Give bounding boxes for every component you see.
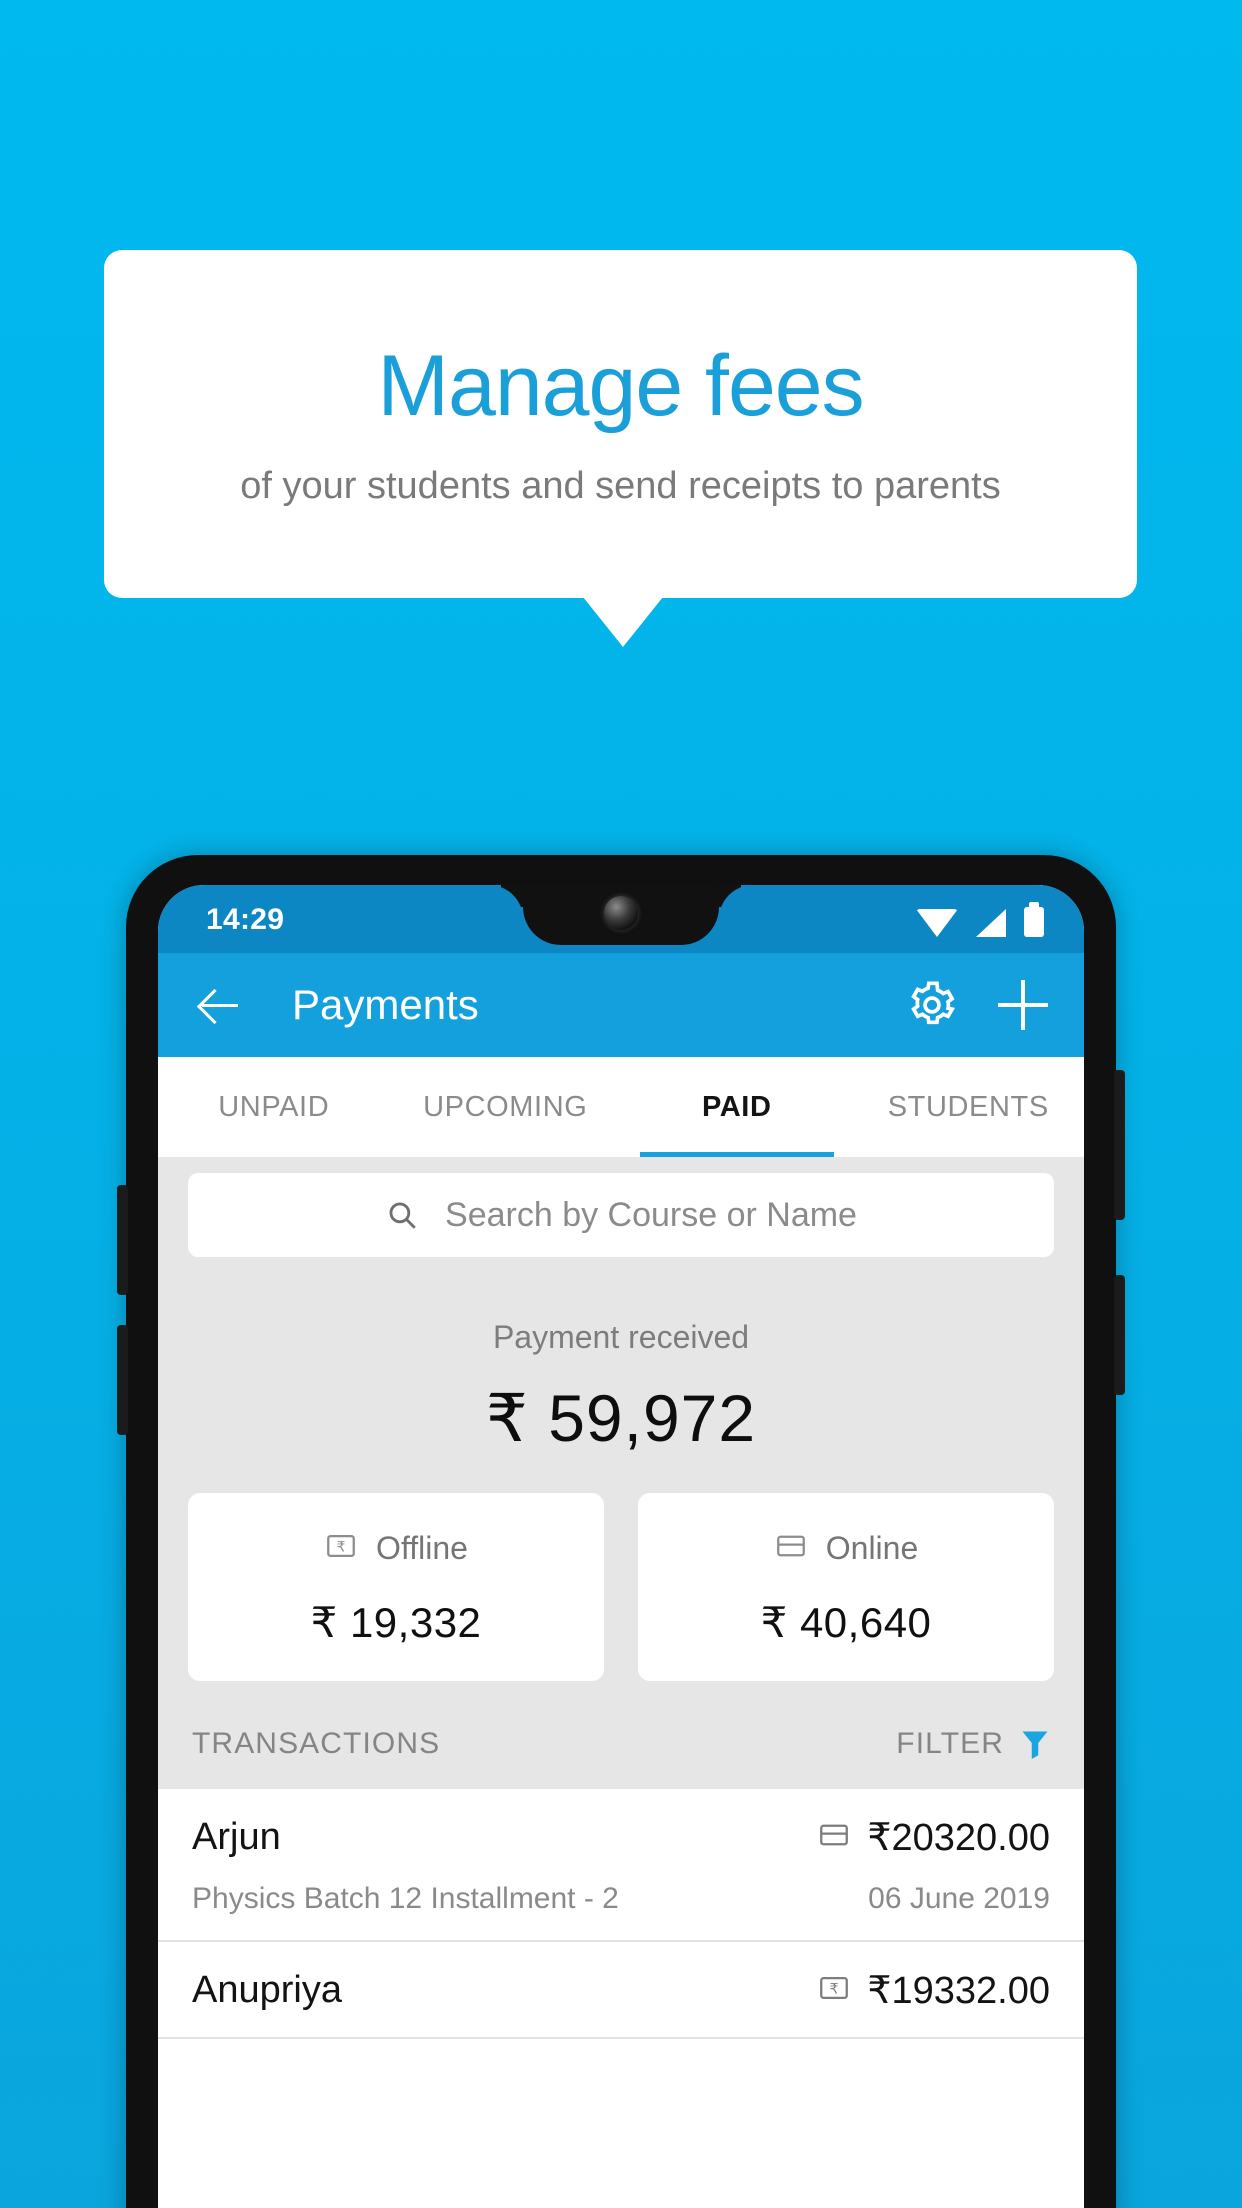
power-button[interactable] xyxy=(1114,1070,1125,1220)
rupee-note-icon: ₹ xyxy=(324,1529,358,1568)
transaction-name: Arjun xyxy=(192,1816,281,1858)
gear-icon[interactable] xyxy=(906,979,958,1031)
status-bar: 14:29 xyxy=(158,885,1084,953)
promo-callout-tail xyxy=(583,597,663,647)
transaction-name: Anupriya xyxy=(192,1969,342,2011)
online-card-header: Online xyxy=(638,1529,1054,1568)
status-time: 14:29 xyxy=(206,903,285,936)
battery-icon xyxy=(1024,902,1044,937)
tab-bar: UNPAID UPCOMING PAID STUDENTS xyxy=(158,1057,1084,1157)
online-payment-card[interactable]: Online ₹ 40,640 xyxy=(638,1493,1054,1681)
transaction-amount: ₹19332.00 xyxy=(867,1970,1050,2012)
offline-amount: ₹ 19,332 xyxy=(310,1599,482,1646)
filter-button[interactable]: FILTER xyxy=(896,1727,1050,1761)
payment-received-amount: ₹ 59,972 xyxy=(485,1381,757,1455)
promo-subtitle: of your students and send receipts to pa… xyxy=(240,465,1001,507)
svg-text:₹: ₹ xyxy=(337,1540,346,1556)
wifi-icon xyxy=(916,909,958,937)
search-section: Search by Course or Name xyxy=(158,1157,1084,1275)
rupee-note-icon: ₹ xyxy=(817,1971,851,2010)
tab-unpaid[interactable]: UNPAID xyxy=(158,1057,390,1157)
transaction-secondary-line: Physics Batch 12 Installment - 2 06 June… xyxy=(192,1882,1050,1916)
payment-mode-cards: ₹ Offline ₹ 19,332 Online ₹ 40,640 xyxy=(158,1469,1084,1681)
payment-received-label: Payment received xyxy=(492,1319,750,1355)
transaction-amount-group: ₹ ₹19332.00 xyxy=(817,1968,1050,2013)
phone-device-frame: 14:29 Payments UNPAID UPCOMING PAID STUD… xyxy=(117,855,1125,2208)
front-camera xyxy=(604,896,638,930)
signal-icon xyxy=(976,909,1006,937)
app-bar: Payments xyxy=(158,953,1084,1057)
table-row[interactable]: Anupriya ₹ ₹19332.00 xyxy=(158,1942,1084,2039)
payment-received-summary: Payment received ₹ 59,972 xyxy=(158,1275,1084,1469)
status-icons xyxy=(916,901,1044,937)
table-row[interactable]: Arjun ₹20320.00 Physics Batch 12 Install… xyxy=(158,1789,1084,1942)
assistant-button[interactable] xyxy=(1114,1275,1125,1395)
back-arrow-icon[interactable] xyxy=(194,979,246,1031)
funnel-icon xyxy=(1020,1727,1050,1761)
offline-payment-card[interactable]: ₹ Offline ₹ 19,332 xyxy=(188,1493,604,1681)
screen-content: Search by Course or Name Payment receive… xyxy=(158,1157,1084,2039)
transaction-course: Physics Batch 12 Installment - 2 xyxy=(192,1882,619,1915)
tab-students[interactable]: STUDENTS xyxy=(853,1057,1085,1157)
filter-label: FILTER xyxy=(896,1727,1004,1760)
search-placeholder: Search by Course or Name xyxy=(445,1195,857,1234)
offline-card-header: ₹ Offline xyxy=(188,1529,604,1568)
transaction-date: 06 June 2019 xyxy=(868,1882,1050,1915)
display-notch xyxy=(523,885,719,945)
volume-down-button[interactable] xyxy=(117,1325,128,1435)
transaction-amount: ₹20320.00 xyxy=(867,1817,1050,1859)
promo-title: Manage fees xyxy=(377,338,864,434)
transactions-list: Arjun ₹20320.00 Physics Batch 12 Install… xyxy=(158,1789,1084,2039)
app-bar-actions xyxy=(906,979,1048,1031)
tab-paid[interactable]: PAID xyxy=(621,1057,853,1157)
transactions-header: TRANSACTIONS FILTER xyxy=(158,1681,1084,1789)
tab-upcoming[interactable]: UPCOMING xyxy=(390,1057,622,1157)
online-amount: ₹ 40,640 xyxy=(760,1599,932,1646)
volume-up-button[interactable] xyxy=(117,1185,128,1295)
page-title: Payments xyxy=(292,981,479,1028)
transaction-primary-line: Arjun ₹20320.00 xyxy=(192,1815,1050,1860)
search-icon xyxy=(385,1198,419,1232)
online-label: Online xyxy=(825,1530,919,1566)
transaction-primary-line: Anupriya ₹ ₹19332.00 xyxy=(192,1968,1050,2013)
promo-callout-card: Manage fees of your students and send re… xyxy=(104,250,1137,598)
plus-icon[interactable] xyxy=(998,980,1048,1030)
credit-card-icon xyxy=(774,1529,808,1568)
search-input[interactable]: Search by Course or Name xyxy=(188,1173,1054,1257)
transactions-title: TRANSACTIONS xyxy=(192,1727,441,1760)
transaction-amount-group: ₹20320.00 xyxy=(817,1815,1050,1860)
credit-card-icon xyxy=(817,1818,851,1857)
svg-text:₹: ₹ xyxy=(830,1982,839,1998)
offline-label: Offline xyxy=(376,1530,468,1566)
phone-screen: 14:29 Payments UNPAID UPCOMING PAID STUD… xyxy=(158,885,1084,2208)
